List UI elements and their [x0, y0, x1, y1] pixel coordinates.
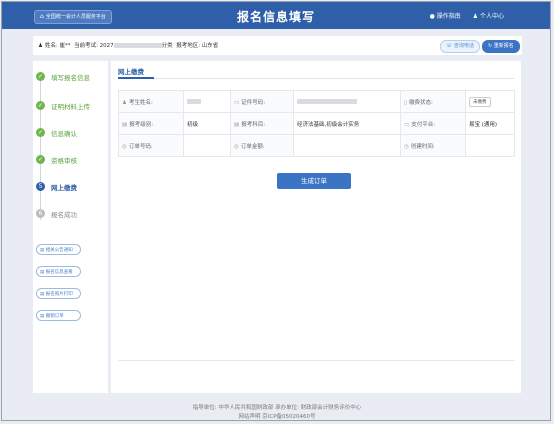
table-cell: [293, 90, 401, 113]
check-icon: ✓: [36, 155, 45, 164]
check-icon: ✓: [36, 72, 45, 81]
table-cell: [183, 134, 231, 157]
money-icon: ◎: [234, 143, 239, 150]
step-label: 信息确认: [51, 130, 77, 138]
footer-line2: 网站声明 京ICP备05020460号: [238, 414, 316, 420]
redacted-exam: [113, 43, 162, 48]
id-icon: ▭: [234, 99, 240, 106]
table-cell: 经济法基础,初级会计实务: [293, 112, 401, 135]
candidate-info-bar: ♟ 姓名: 崔** 当前考试: 2027 分类 报考地区: 山东省 ☏ 咨询电话 ↻…: [33, 36, 522, 55]
main-panel: 网上缴费 ♟ 考生姓名: ▭ 证件号码: ▯ 缴费状态: 未缴费 ▤ 报考级别: 初级 …: [111, 61, 521, 393]
top-bar: ⌂ 全国统一会计人员服务平台 报名信息填写 ● 操作指南 ♟ 个人中心: [2, 2, 550, 29]
clock-icon: ◷: [404, 143, 409, 150]
table-cell: ▤ 报考级别:: [118, 112, 184, 135]
unpaid-status-badge: 未缴费: [469, 96, 491, 107]
phone-icon: ▯: [404, 99, 408, 106]
name-label: 姓名:: [44, 43, 58, 49]
user-icon: ♟: [472, 13, 479, 20]
name-value: 崔**: [59, 43, 71, 49]
step-number-icon: 5: [36, 182, 45, 191]
print-photo-button[interactable]: ▤ 报名照片打印: [36, 288, 81, 299]
candidate-summary: ♟ 姓名: 崔** 当前考试: 2027 分类 报考地区: 山东省: [38, 41, 218, 49]
doc-icon: ▤: [40, 270, 45, 275]
table-cell: ▯ 缴费状态:: [400, 90, 466, 113]
step-label: 报名成功: [51, 211, 77, 219]
tab-online-payment[interactable]: 网上缴费: [118, 66, 144, 76]
info-icon: ●: [429, 13, 435, 20]
print-icon: ▤: [40, 292, 45, 297]
step-label: 网上缴费: [51, 184, 77, 192]
refresh-icon: ↻: [488, 43, 493, 49]
region-value: 山东省: [201, 43, 219, 49]
table-cell: 未缴费: [465, 90, 515, 113]
view-registration-button[interactable]: ▤ 报名信息查看: [36, 266, 81, 277]
redacted-name: [187, 98, 201, 104]
redacted-id: [297, 98, 357, 104]
book-icon: ▤: [234, 121, 240, 128]
notice-link-button[interactable]: ▤ 相关公告通知: [36, 244, 81, 255]
step-number-icon: 6: [36, 209, 45, 218]
generate-order-button[interactable]: 生成订单: [277, 173, 351, 189]
table-cell: [183, 90, 231, 113]
table-cell: ◷ 创建时间:: [400, 134, 466, 157]
step-label: 资格审核: [51, 157, 77, 165]
cancel-icon: ▤: [40, 314, 45, 319]
card-icon: ▭: [404, 121, 410, 128]
doc-icon: ▤: [122, 121, 128, 128]
table-row: ▤ 报考级别: 初级 ▤ 报考科目: 经济法基础,初级会计实务 ▭ 支付平台: 易宝 …: [118, 112, 515, 135]
table-row: ◎ 订单号码: ◎ 订单金额: ◷ 创建时间:: [118, 134, 515, 157]
table-cell: ▭ 支付平台:: [400, 112, 466, 135]
top-links: ● 操作指南 ♟ 个人中心: [420, 11, 504, 20]
exam-label: 当前考试:: [74, 43, 98, 49]
user-icon: ♟: [122, 99, 127, 106]
tab-divider: [118, 78, 514, 79]
region-label: 报考地区:: [176, 43, 201, 49]
table-cell: 易宝 (通用): [465, 112, 515, 135]
personal-center-link[interactable]: ♟ 个人中心: [473, 13, 504, 20]
order-icon: ◎: [122, 143, 127, 150]
tab-active-indicator: [118, 77, 154, 79]
table-cell: 初级: [183, 112, 231, 135]
table-row: ♟ 考生姓名: ▭ 证件号码: ▯ 缴费状态: 未缴费: [118, 90, 515, 113]
sidebar: ✓ 填写报名信息 ✓ 证明材料上传 ✓ 信息确认 ✓ 资格审核 5 网上缴费 6…: [33, 61, 108, 393]
cancel-order-button[interactable]: ▤ 撤销订单: [36, 310, 81, 321]
content-divider: [118, 360, 515, 361]
check-icon: ✓: [36, 128, 45, 137]
table-cell: [465, 134, 515, 157]
check-icon: ✓: [36, 101, 45, 110]
step-label: 证明材料上传: [51, 103, 90, 111]
table-cell: ♟ 考生姓名:: [118, 90, 184, 113]
table-cell: [293, 134, 401, 157]
exam-tail: 分类: [161, 43, 173, 49]
table-cell: ◎ 订单金额:: [230, 134, 294, 157]
doc-icon: ▤: [40, 248, 45, 253]
phone-icon: ☏: [446, 43, 453, 49]
help-button[interactable]: ☏ 咨询电话: [440, 40, 480, 53]
guide-link[interactable]: ● 操作指南: [430, 13, 461, 20]
table-cell: ▤ 报考科目:: [230, 112, 294, 135]
payment-info-table: ♟ 考生姓名: ▭ 证件号码: ▯ 缴费状态: 未缴费 ▤ 报考级别: 初级 ▤ 报考科目…: [118, 90, 515, 157]
exam-value: 2027: [99, 43, 114, 49]
footer-line1: 指导单位: 中华人民共和国财政部 承办单位: 财政部会计财务评价中心: [192, 405, 362, 411]
person-icon: ♟: [38, 43, 43, 49]
step-label: 填写报名信息: [51, 74, 90, 82]
table-cell: ◎ 订单号码:: [118, 134, 184, 157]
table-cell: ▭ 证件号码:: [230, 90, 294, 113]
reapply-button[interactable]: ↻ 重新报名: [482, 40, 520, 53]
